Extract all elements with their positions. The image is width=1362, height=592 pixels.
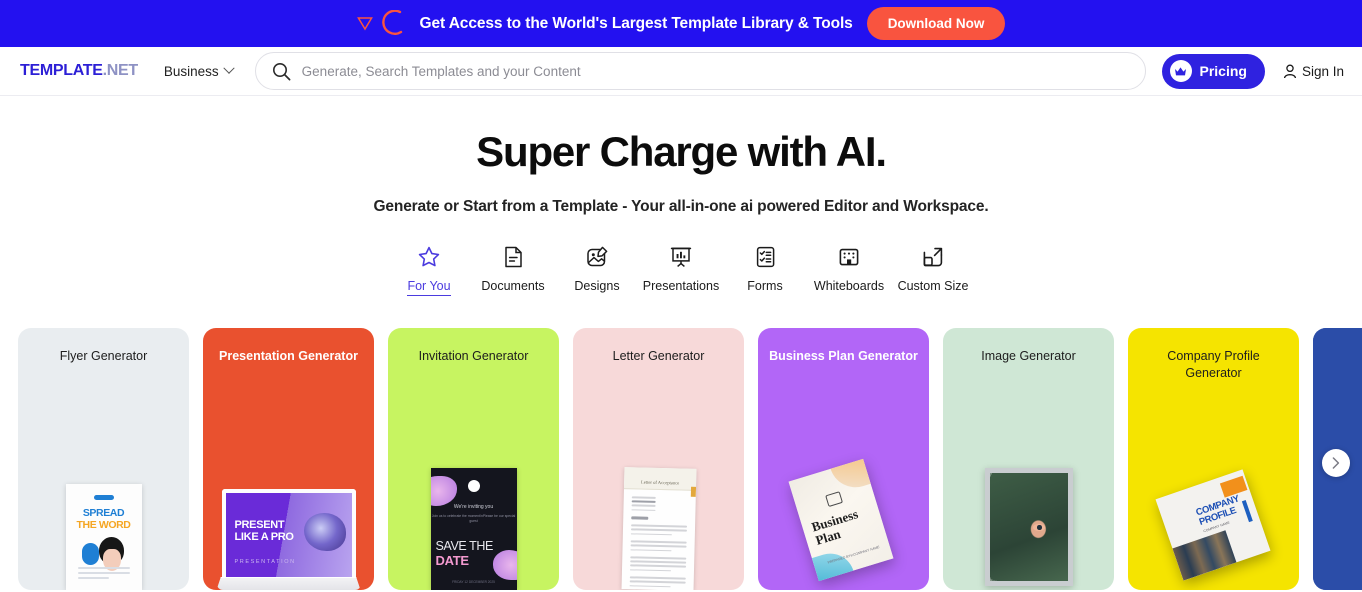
card-flyer-generator[interactable]: Flyer Generator SPREAD THE WORD (18, 328, 189, 590)
flyer-line1: SPREAD (82, 507, 125, 519)
flyer-line2: THE WORD (76, 519, 131, 531)
card-title: Image Generator (981, 349, 1076, 363)
chevron-right-icon (1332, 457, 1340, 469)
company-profile-thumbnail: COMPANY PROFILE COMPANY NAME (1155, 469, 1273, 581)
letter-tab (690, 486, 696, 497)
resize-icon (921, 244, 945, 270)
checklist-icon (754, 244, 777, 270)
hero-section: Super Charge with AI. Generate or Start … (0, 96, 1362, 216)
flyer-text-lines (77, 567, 130, 582)
pricing-label: Pricing (1199, 63, 1247, 79)
star-icon (417, 244, 441, 270)
logo-main-text: TEMPLATE (20, 62, 103, 79)
flyer-accent-bar (93, 495, 114, 500)
laptop-line2: LIKE A PRO (234, 531, 294, 544)
tab-label: Documents (481, 279, 545, 293)
laptop-thumbnail: PRESENT LIKE A PRO PRESENTATION (216, 489, 361, 590)
tab-presentations[interactable]: Presentations (639, 244, 723, 296)
user-icon (1283, 64, 1297, 78)
tab-label: Custom Size (897, 279, 969, 293)
tab-documents[interactable]: Documents (471, 244, 555, 296)
card-title: Presentation Generator (219, 349, 358, 363)
card-title: Business Plan Generator (769, 349, 918, 363)
tab-forms[interactable]: Forms (723, 244, 807, 296)
site-logo[interactable]: TEMPLATE.NET (20, 62, 138, 80)
search-input[interactable] (301, 63, 1129, 79)
card-presentation-generator[interactable]: Presentation Generator PRESENT LIKE A PRO… (203, 328, 374, 590)
invite-footer: FRIDAY 12 DECEMBER 2025 (452, 580, 495, 584)
invite-subtext: Join us to celebrate the moment\nPlease … (431, 514, 516, 524)
page-subtitle: Generate or Start from a Template - Your… (373, 198, 989, 215)
workspace-selector[interactable]: Business (163, 62, 235, 79)
carousel-track: Flyer Generator SPREAD THE WORD Presenta… (0, 328, 1362, 592)
image-thumbnail (984, 468, 1073, 586)
chevron-down-icon (223, 62, 235, 74)
tab-custom-size[interactable]: Custom Size (891, 244, 975, 296)
tab-label: For You (407, 279, 451, 296)
tab-label: Whiteboards (813, 279, 885, 293)
image-edit-icon (585, 244, 609, 270)
triangle-outline-icon (356, 17, 373, 31)
invite-headline: We're inviting you (453, 504, 494, 510)
tab-label: Presentations (642, 279, 720, 293)
search-bar[interactable] (254, 52, 1146, 90)
pricing-button[interactable]: Pricing (1161, 53, 1265, 89)
template-carousel: Flyer Generator SPREAD THE WORD Presenta… (0, 328, 1362, 592)
sign-in-button[interactable]: Sign In (1283, 64, 1344, 79)
promo-decoration (356, 9, 406, 37)
card-company-profile-generator[interactable]: Company Profile Generator COMPANY PROFILE… (1128, 328, 1299, 590)
card-title: Flyer Generator (59, 349, 148, 363)
invitation-thumbnail: We're inviting you Join us to celebrate … (430, 468, 517, 590)
site-header: TEMPLATE.NET Business Pricing Sign In (0, 47, 1362, 96)
arc-icon (381, 9, 402, 35)
promo-banner: Get Access to the World's Largest Templa… (0, 0, 1362, 47)
category-tabs: For You Documents Designs Presentations … (0, 244, 1362, 296)
search-icon (272, 62, 291, 80)
card-letter-generator[interactable]: Letter Generator Letter of Acceptance (573, 328, 744, 590)
presentation-icon (669, 244, 693, 270)
card-business-plan-generator[interactable]: Business Plan Generator Business Plan PRE… (758, 328, 929, 590)
laptop-caption: PRESENTATION (234, 559, 296, 565)
card-image-generator[interactable]: Image Generator (943, 328, 1114, 590)
workspace-label: Business (163, 63, 219, 79)
sign-in-label: Sign In (1301, 63, 1344, 79)
whiteboard-icon (837, 244, 861, 270)
card-invitation-generator[interactable]: Invitation Generator We're inviting you … (388, 328, 559, 590)
brain-graphic (303, 513, 346, 551)
page-title: Super Charge with AI. (476, 128, 887, 175)
invite-logo (467, 480, 480, 492)
card-title: Invitation Generator (418, 349, 529, 363)
tab-for-you[interactable]: For You (387, 244, 471, 296)
card-title: Letter Generator (612, 349, 705, 363)
promo-text: Get Access to the World's Largest Templa… (419, 14, 853, 32)
laptop-line1: PRESENT (234, 519, 285, 531)
logo-suffix-text: .NET (102, 62, 139, 79)
document-icon (502, 244, 525, 270)
carousel-next-button[interactable] (1322, 449, 1350, 477)
business-plan-thumbnail: Business Plan PREPARED BY\nCOMPANY NAME (788, 458, 896, 584)
card-title: Company Profile Generator (1167, 349, 1260, 380)
laptop-base (216, 577, 361, 590)
tab-whiteboards[interactable]: Whiteboards (807, 244, 891, 296)
tab-designs[interactable]: Designs (555, 244, 639, 296)
letter-title: Letter of Acceptance (640, 479, 679, 486)
flyer-thumbnail: SPREAD THE WORD (65, 484, 142, 590)
download-now-button[interactable]: Download Now (866, 7, 1006, 40)
letter-thumbnail: Letter of Acceptance (621, 467, 696, 590)
bplan-logo (824, 491, 843, 508)
crown-icon (1169, 60, 1192, 82)
tab-label: Designs (574, 279, 620, 293)
letter-body-lines (621, 489, 695, 590)
tab-label: Forms (747, 279, 783, 293)
